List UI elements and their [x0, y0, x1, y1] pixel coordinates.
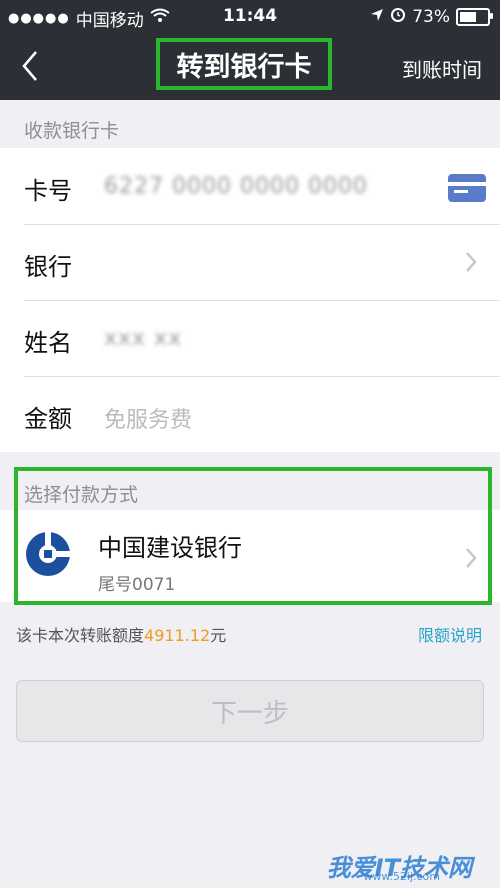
watermark-url: www.52ij.com: [363, 870, 440, 883]
battery-percent: 73%: [412, 6, 450, 27]
card-number-row[interactable]: 卡号 6227 0000 0000 0000: [0, 148, 500, 224]
battery-fill: [460, 11, 476, 22]
name-value[interactable]: xxx xx: [104, 326, 182, 351]
alarm-icon: [390, 6, 406, 27]
next-button[interactable]: 下一步: [16, 680, 484, 742]
arrival-time-button[interactable]: 到账时间: [402, 54, 482, 83]
amount-row[interactable]: 金额 免服务费: [0, 376, 500, 452]
amount-input[interactable]: 免服务费: [104, 402, 192, 434]
card-number-label: 卡号: [24, 177, 72, 205]
back-button[interactable]: [14, 48, 54, 84]
receiving-section-label: 收款银行卡: [24, 120, 120, 142]
battery-icon: [456, 7, 493, 26]
chevron-right-icon: [466, 252, 477, 272]
status-right: 73%: [370, 6, 493, 27]
name-label: 姓名: [24, 329, 72, 357]
payment-highlight: [14, 467, 492, 605]
top-bar: ●●●●● 中国移动 11:44 73% 转到银行卡 到账时间: [0, 0, 500, 100]
name-row[interactable]: 姓名 xxx xx: [0, 300, 500, 376]
back-chevron-icon: [22, 51, 37, 81]
receiving-card: 卡号 6227 0000 0000 0000 银行 姓名 xxx xx 金额 免…: [0, 148, 500, 452]
card-scan-icon[interactable]: [448, 174, 486, 202]
limit-prefix: 该卡本次转账额度: [16, 626, 145, 645]
location-icon: [370, 7, 384, 27]
card-number-value[interactable]: 6227 0000 0000 0000: [104, 174, 368, 199]
limit-info-link[interactable]: 限额说明: [418, 622, 482, 646]
status-bar: ●●●●● 中国移动 11:44 73%: [0, 0, 500, 34]
transfer-limit-text: 该卡本次转账额度4911.12元: [16, 622, 226, 646]
limit-amount: 4911.12: [144, 626, 211, 645]
page-title: 转到银行卡: [176, 51, 312, 83]
bank-label: 银行: [24, 253, 72, 281]
nav-bar: 转到银行卡 到账时间: [0, 36, 500, 96]
bank-row[interactable]: 银行: [0, 224, 500, 300]
title-highlight: 转到银行卡: [156, 38, 332, 90]
amount-label: 金额: [24, 405, 72, 433]
limit-suffix: 元: [210, 626, 227, 645]
